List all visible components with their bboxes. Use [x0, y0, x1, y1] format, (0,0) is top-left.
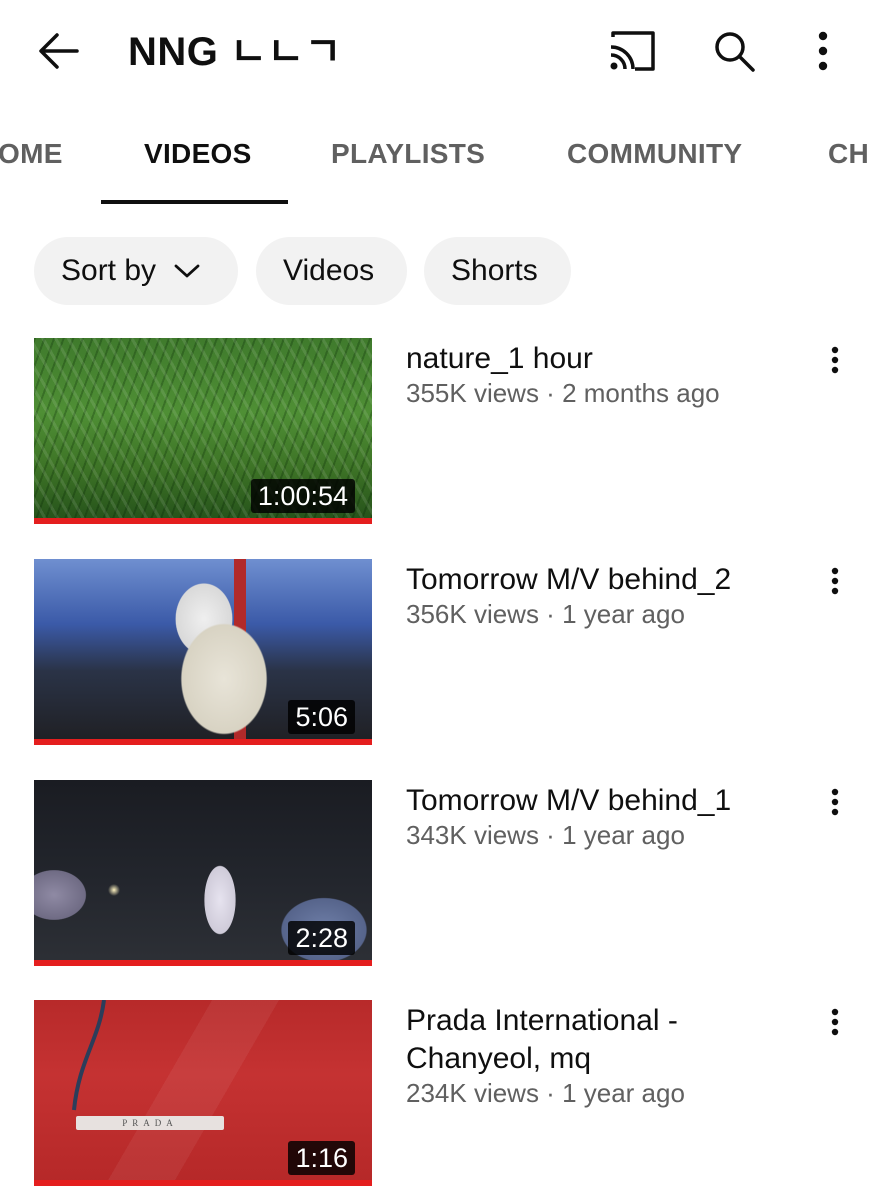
- watch-progress-bar: [34, 739, 372, 745]
- watch-progress-bar: [34, 518, 372, 524]
- video-thumbnail[interactable]: 5:06: [34, 559, 372, 745]
- video-list-item[interactable]: PRADA 1:16 Prada International - Chanyeo…: [0, 1000, 869, 1190]
- video-stats: 234K views · 1 year ago: [406, 1078, 685, 1108]
- video-stats: 356K views · 1 year ago: [406, 599, 685, 629]
- search-button[interactable]: [707, 24, 761, 78]
- video-duration: 1:16: [288, 1141, 355, 1175]
- tab-channels[interactable]: CH: [828, 138, 869, 170]
- video-title[interactable]: nature_1 hour: [406, 340, 796, 378]
- more-vertical-icon: [831, 788, 839, 816]
- channel-title: NNG ㄴㄴㄱ: [128, 30, 342, 74]
- video-title[interactable]: Tomorrow M/V behind_1: [406, 782, 796, 820]
- video-list-item[interactable]: 5:06 Tomorrow M/V behind_2 356K views · …: [0, 559, 869, 749]
- more-vertical-icon: [831, 346, 839, 374]
- tab-videos[interactable]: VIDEOS: [144, 138, 252, 170]
- video-list-item[interactable]: 1:00:54 nature_1 hour 355K views · 2 mon…: [0, 338, 869, 528]
- video-list-item[interactable]: 2:28 Tomorrow M/V behind_1 343K views · …: [0, 780, 869, 970]
- drawstring-cord: [72, 1000, 106, 1111]
- video-stats: 355K views · 2 months ago: [406, 378, 720, 408]
- video-info: Prada International - Chanyeol, mq 234K …: [406, 1002, 796, 1110]
- more-options-button[interactable]: [806, 24, 840, 78]
- video-duration: 2:28: [288, 921, 355, 955]
- prada-logo-text: PRADA: [122, 1118, 178, 1128]
- video-more-button[interactable]: [822, 1004, 848, 1040]
- channel-tabs: OME VIDEOS PLAYLISTS COMMUNITY CH: [0, 104, 869, 204]
- watch-progress-bar: [34, 1180, 372, 1186]
- tab-playlists[interactable]: PLAYLISTS: [331, 138, 485, 170]
- back-button[interactable]: [30, 22, 88, 80]
- video-more-button[interactable]: [822, 342, 848, 378]
- more-vertical-icon: [818, 31, 828, 71]
- sort-by-label: Sort by: [61, 254, 157, 287]
- tab-community[interactable]: COMMUNITY: [567, 138, 742, 170]
- top-app-bar: NNG ㄴㄴㄱ: [0, 0, 869, 104]
- search-icon: [715, 32, 755, 72]
- watch-progress-bar: [34, 960, 372, 966]
- more-vertical-icon: [831, 567, 839, 595]
- arrow-left-icon: [39, 33, 79, 69]
- shorts-filter-label: Shorts: [451, 254, 538, 287]
- video-info: nature_1 hour 355K views · 2 months ago: [406, 340, 796, 410]
- video-thumbnail[interactable]: PRADA 1:16: [34, 1000, 372, 1186]
- sort-by-chip[interactable]: Sort by: [34, 237, 238, 305]
- video-thumbnail[interactable]: 1:00:54: [34, 338, 372, 524]
- video-title[interactable]: Tomorrow M/V behind_2: [406, 561, 796, 599]
- video-stats: 343K views · 1 year ago: [406, 820, 685, 850]
- video-more-button[interactable]: [822, 563, 848, 599]
- shorts-filter-chip[interactable]: Shorts: [424, 237, 571, 305]
- chevron-down-icon: [174, 263, 200, 279]
- video-more-button[interactable]: [822, 784, 848, 820]
- cast-button[interactable]: [604, 26, 660, 76]
- tab-home[interactable]: OME: [0, 138, 63, 170]
- videos-filter-chip[interactable]: Videos: [256, 237, 407, 305]
- more-vertical-icon: [831, 1008, 839, 1036]
- video-info: Tomorrow M/V behind_2 356K views · 1 yea…: [406, 561, 796, 631]
- video-title[interactable]: Prada International - Chanyeol, mq: [406, 1002, 796, 1078]
- video-info: Tomorrow M/V behind_1 343K views · 1 yea…: [406, 782, 796, 852]
- video-duration: 1:00:54: [250, 479, 355, 513]
- active-tab-indicator: [101, 200, 288, 204]
- videos-filter-label: Videos: [283, 254, 375, 287]
- cast-icon: [610, 31, 655, 71]
- video-duration: 5:06: [288, 700, 355, 734]
- video-thumbnail[interactable]: 2:28: [34, 780, 372, 966]
